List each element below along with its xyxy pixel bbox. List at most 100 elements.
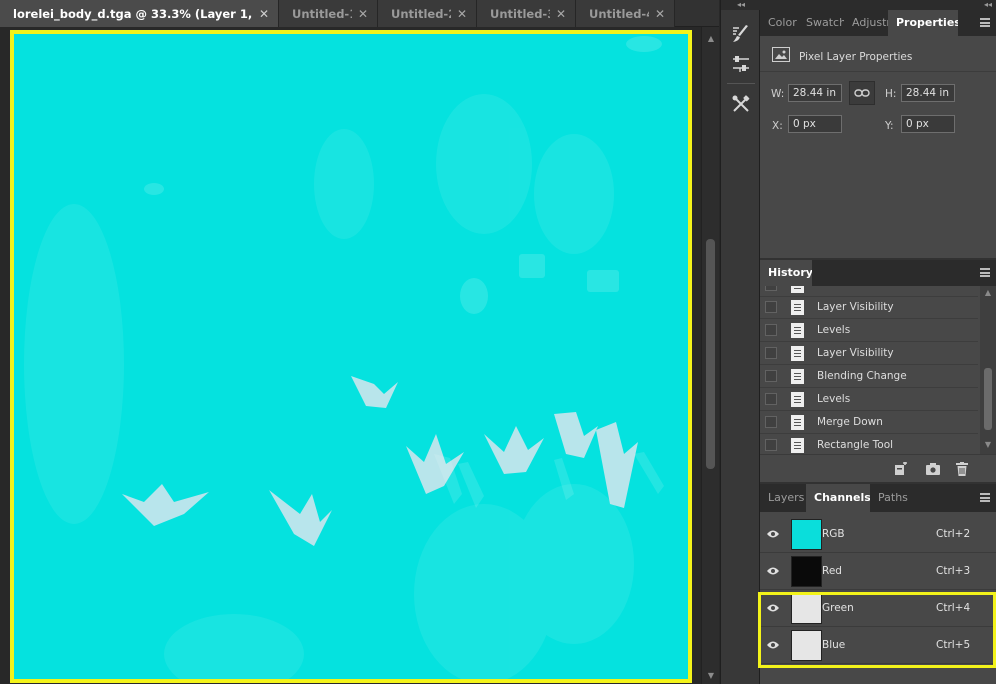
width-field[interactable]: 28.44 in xyxy=(788,84,842,102)
tab-paths[interactable]: Paths xyxy=(870,484,910,512)
channel-row-red[interactable]: Red Ctrl+3 xyxy=(760,553,996,590)
eye-icon[interactable] xyxy=(766,640,780,650)
adjust-sliders-icon[interactable] xyxy=(729,52,753,76)
history-item[interactable]: Merge Down xyxy=(760,411,978,434)
properties-panel: Pixel Layer Properties W: 28.44 in H: 28… xyxy=(760,36,996,258)
brush-settings-icon[interactable] xyxy=(729,22,753,46)
scroll-up-icon[interactable]: ▲ xyxy=(980,288,996,297)
tab-properties[interactable]: Properties xyxy=(888,10,958,36)
channel-shortcut: Ctrl+4 xyxy=(936,602,971,614)
history-snapshot-checkbox[interactable] xyxy=(765,347,777,359)
link-dimensions-button[interactable] xyxy=(849,81,875,105)
history-snapshot-checkbox[interactable] xyxy=(765,301,777,313)
tab-history[interactable]: History xyxy=(760,260,812,286)
history-item[interactable]: Rectangle Tool xyxy=(760,434,978,454)
history-snapshot-checkbox[interactable] xyxy=(765,416,777,428)
channel-shortcut: Ctrl+2 xyxy=(936,528,971,540)
channel-row-green[interactable]: Green Ctrl+4 xyxy=(760,590,996,627)
x-label: X: xyxy=(772,120,783,132)
panel-menu-icon[interactable] xyxy=(980,493,990,502)
eye-icon[interactable] xyxy=(766,566,780,576)
tab-untitled-2[interactable]: Untitled-2 ... ✕ xyxy=(378,0,477,27)
tools-icon[interactable] xyxy=(729,92,753,116)
tab-label: lorelei_body_d.tga @ 33.3% (Layer 1, RGB… xyxy=(13,6,253,21)
history-item[interactable]: Layer Visibility xyxy=(760,342,978,365)
tab-swatches[interactable]: Swatches xyxy=(798,10,844,36)
close-icon[interactable]: ✕ xyxy=(259,7,269,21)
height-label: H: xyxy=(885,88,897,100)
panel-menu-icon[interactable] xyxy=(980,268,990,277)
history-state-icon xyxy=(791,345,804,361)
tab-untitled-4[interactable]: Untitled-4 ... ✕ xyxy=(576,0,675,27)
history-item-label: Layer Visibility xyxy=(817,301,894,313)
channel-thumbnail xyxy=(791,592,822,624)
close-icon[interactable]: ✕ xyxy=(655,7,665,21)
tab-color[interactable]: Color xyxy=(760,10,798,36)
height-field[interactable]: 28.44 in xyxy=(901,84,955,102)
tab-untitled-3[interactable]: Untitled-3 ... ✕ xyxy=(477,0,576,27)
collapse-icon[interactable]: ◂◂ xyxy=(760,0,996,10)
channel-row-rgb[interactable]: RGB Ctrl+2 xyxy=(760,516,996,553)
panel-menu-icon[interactable] xyxy=(980,18,990,27)
channel-shortcut: Ctrl+3 xyxy=(936,565,971,577)
tab-lorelei-body[interactable]: lorelei_body_d.tga @ 33.3% (Layer 1, RGB… xyxy=(0,0,279,27)
tab-label: Untitled-2 ... xyxy=(391,6,451,21)
history-snapshot-checkbox[interactable] xyxy=(765,439,777,451)
scroll-thumb[interactable] xyxy=(984,368,992,430)
collapse-icon[interactable]: ◂◂ xyxy=(721,0,761,10)
x-field[interactable]: 0 px xyxy=(788,115,842,133)
scroll-down-icon[interactable]: ▼ xyxy=(702,668,720,684)
new-document-from-state-icon[interactable] xyxy=(894,462,908,476)
history-state-icon xyxy=(791,299,804,315)
y-field[interactable]: 0 px xyxy=(901,115,955,133)
history-item-label: Rectangle Tool xyxy=(817,439,894,451)
history-item-label: Layer Visibility xyxy=(817,347,894,359)
texture-artwork xyxy=(24,36,664,679)
channels-panel: RGB Ctrl+2 Red Ctrl+3 Green Ctrl+4 Blue … xyxy=(758,512,996,684)
close-icon[interactable]: ✕ xyxy=(556,7,566,21)
eye-icon[interactable] xyxy=(766,529,780,539)
history-item-label: Levels xyxy=(817,393,851,405)
channel-row-blue[interactable]: Blue Ctrl+5 xyxy=(760,627,996,664)
properties-tab-bar: Color Swatches Adjustments Properties xyxy=(760,10,996,36)
trash-icon[interactable] xyxy=(955,462,969,476)
history-item[interactable]: Levels xyxy=(760,319,978,342)
tab-layers[interactable]: Layers xyxy=(760,484,806,512)
texture-canvas[interactable] xyxy=(10,30,692,683)
properties-title: Pixel Layer Properties xyxy=(799,51,913,63)
snapshot-camera-icon[interactable] xyxy=(926,462,940,476)
channel-thumbnail xyxy=(791,555,822,587)
history-item[interactable]: Levels xyxy=(760,388,978,411)
document-tab-bar: lorelei_body_d.tga @ 33.3% (Layer 1, RGB… xyxy=(0,0,719,27)
history-item-label: Blending Change xyxy=(817,370,907,382)
history-scrollbar[interactable]: ▲ ▼ xyxy=(980,286,996,454)
history-item[interactable]: Blending Change xyxy=(760,365,978,388)
tab-untitled-1[interactable]: Untitled-1 ... ✕ xyxy=(279,0,378,27)
scroll-down-icon[interactable]: ▼ xyxy=(980,440,996,449)
panel-icon-strip: ◂◂ xyxy=(720,0,761,684)
properties-header: Pixel Layer Properties xyxy=(760,36,996,72)
history-tab-bar: History xyxy=(760,260,996,286)
tab-label: Untitled-1 ... xyxy=(292,6,352,21)
history-state-icon xyxy=(791,368,804,384)
eye-icon[interactable] xyxy=(766,603,780,613)
history-state-icon xyxy=(791,286,804,293)
right-panel-column: ◂◂ Color Swatches Adjustments Properties… xyxy=(758,0,996,684)
history-snapshot-checkbox[interactable] xyxy=(765,370,777,382)
channel-name: Red xyxy=(822,565,842,577)
close-icon[interactable]: ✕ xyxy=(358,7,368,21)
tool-divider xyxy=(727,83,755,84)
tab-adjustments[interactable]: Adjustments xyxy=(844,10,888,36)
history-panel: Layer Visibility Levels Layer Visibility… xyxy=(760,286,996,454)
history-item[interactable]: Layer Visibility xyxy=(760,296,978,319)
scroll-thumb[interactable] xyxy=(706,239,715,469)
history-state-icon xyxy=(791,391,804,407)
history-snapshot-checkbox[interactable] xyxy=(765,393,777,405)
history-snapshot-checkbox[interactable] xyxy=(765,286,777,291)
history-snapshot-checkbox[interactable] xyxy=(765,324,777,336)
canvas-vertical-scrollbar[interactable]: ▲ ▼ xyxy=(701,27,719,684)
scroll-up-icon[interactable]: ▲ xyxy=(702,31,720,47)
tab-channels[interactable]: Channels xyxy=(806,484,870,512)
canvas-area[interactable] xyxy=(0,27,701,684)
close-icon[interactable]: ✕ xyxy=(457,7,467,21)
